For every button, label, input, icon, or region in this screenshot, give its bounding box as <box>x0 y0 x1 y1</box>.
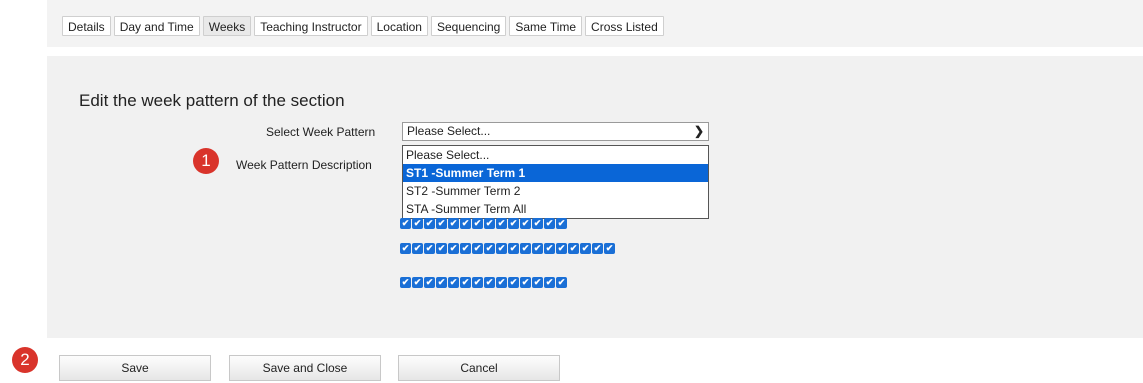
save-and-close-button[interactable]: Save and Close <box>229 355 381 381</box>
week-checkbox[interactable]: ✔ <box>568 243 579 254</box>
week-checkbox[interactable]: ✔ <box>544 218 555 229</box>
week-checkbox[interactable]: ✔ <box>436 243 447 254</box>
week-checkbox[interactable]: ✔ <box>412 218 423 229</box>
week-checkbox[interactable]: ✔ <box>520 243 531 254</box>
week-checkbox[interactable]: ✔ <box>424 277 435 288</box>
dropdown-option-please-select[interactable]: Please Select... <box>403 146 708 164</box>
week-checkbox[interactable]: ✔ <box>556 243 567 254</box>
tab-teaching-instructor[interactable]: Teaching Instructor <box>254 16 368 36</box>
tab-sequencing[interactable]: Sequencing <box>430 16 507 36</box>
dropdown-option-st1[interactable]: ST1 -Summer Term 1 <box>403 164 708 182</box>
week-checkbox[interactable]: ✔ <box>496 218 507 229</box>
tab-day-and-time[interactable]: Day and Time <box>113 16 200 36</box>
week-pattern-select-value: Please Select... <box>407 124 491 138</box>
week-checkbox[interactable]: ✔ <box>508 243 519 254</box>
week-checkbox[interactable]: ✔ <box>508 218 519 229</box>
week-checkbox[interactable]: ✔ <box>532 277 543 288</box>
tabs: Details Day and Time Weeks Teaching Inst… <box>62 16 664 36</box>
week-checkbox[interactable]: ✔ <box>412 243 423 254</box>
week-checkbox[interactable]: ✔ <box>472 243 483 254</box>
week-checkbox[interactable]: ✔ <box>400 277 411 288</box>
week-checkbox[interactable]: ✔ <box>436 218 447 229</box>
week-checkbox[interactable]: ✔ <box>496 277 507 288</box>
week-checkbox[interactable]: ✔ <box>400 243 411 254</box>
week-checkbox-row-3: ✔ ✔ ✔ ✔ ✔ ✔ ✔ ✔ ✔ ✔ ✔ ✔ ✔ ✔ <box>400 277 567 288</box>
week-checkbox[interactable]: ✔ <box>604 243 615 254</box>
week-checkbox[interactable]: ✔ <box>424 218 435 229</box>
week-checkbox[interactable]: ✔ <box>412 277 423 288</box>
week-checkbox-row-1: ✔ ✔ ✔ ✔ ✔ ✔ ✔ ✔ ✔ ✔ ✔ ✔ ✔ ✔ <box>400 218 567 229</box>
callout-badge-2: 2 <box>12 347 38 373</box>
week-checkbox[interactable]: ✔ <box>400 218 411 229</box>
chevron-down-icon: ❯ <box>693 124 704 138</box>
tab-weeks[interactable]: Weeks <box>202 16 252 36</box>
week-checkbox[interactable]: ✔ <box>496 243 507 254</box>
week-pattern-select[interactable]: Please Select... ❯ <box>402 122 709 141</box>
tab-location[interactable]: Location <box>370 16 428 36</box>
tab-cross-listed[interactable]: Cross Listed <box>585 16 664 36</box>
week-checkbox[interactable]: ✔ <box>580 243 591 254</box>
week-checkbox[interactable]: ✔ <box>460 243 471 254</box>
week-checkbox[interactable]: ✔ <box>544 243 555 254</box>
week-checkbox[interactable]: ✔ <box>556 277 567 288</box>
week-checkbox[interactable]: ✔ <box>484 243 495 254</box>
dropdown-option-sta[interactable]: STA -Summer Term All <box>403 200 708 218</box>
week-checkbox[interactable]: ✔ <box>556 218 567 229</box>
week-checkbox[interactable]: ✔ <box>544 277 555 288</box>
week-checkbox[interactable]: ✔ <box>448 277 459 288</box>
save-button[interactable]: Save <box>59 355 211 381</box>
week-checkbox-row-2: ✔ ✔ ✔ ✔ ✔ ✔ ✔ ✔ ✔ ✔ ✔ ✔ ✔ ✔ ✔ ✔ ✔ ✔ <box>400 243 615 254</box>
tab-same-time[interactable]: Same Time <box>509 16 583 36</box>
week-checkbox[interactable]: ✔ <box>592 243 603 254</box>
dropdown-option-st2[interactable]: ST2 -Summer Term 2 <box>403 182 708 200</box>
tab-details[interactable]: Details <box>62 16 111 36</box>
week-checkbox[interactable]: ✔ <box>472 218 483 229</box>
week-checkbox[interactable]: ✔ <box>532 218 543 229</box>
week-checkbox[interactable]: ✔ <box>460 218 471 229</box>
week-checkbox[interactable]: ✔ <box>532 243 543 254</box>
week-checkbox[interactable]: ✔ <box>520 218 531 229</box>
week-checkbox[interactable]: ✔ <box>460 277 471 288</box>
week-pattern-dropdown-list: Please Select... ST1 -Summer Term 1 ST2 … <box>402 145 709 219</box>
week-checkbox[interactable]: ✔ <box>520 277 531 288</box>
week-checkbox[interactable]: ✔ <box>448 243 459 254</box>
callout-badge-1: 1 <box>193 148 219 174</box>
page-title: Edit the week pattern of the section <box>79 91 345 110</box>
week-checkbox[interactable]: ✔ <box>484 277 495 288</box>
week-checkbox[interactable]: ✔ <box>472 277 483 288</box>
select-week-pattern-label: Select Week Pattern <box>266 125 376 139</box>
week-checkbox[interactable]: ✔ <box>448 218 459 229</box>
cancel-button[interactable]: Cancel <box>398 355 560 381</box>
week-checkbox[interactable]: ✔ <box>436 277 447 288</box>
week-checkbox[interactable]: ✔ <box>508 277 519 288</box>
week-pattern-description-label: Week Pattern Description <box>236 158 372 172</box>
week-checkbox[interactable]: ✔ <box>484 218 495 229</box>
week-checkbox[interactable]: ✔ <box>424 243 435 254</box>
